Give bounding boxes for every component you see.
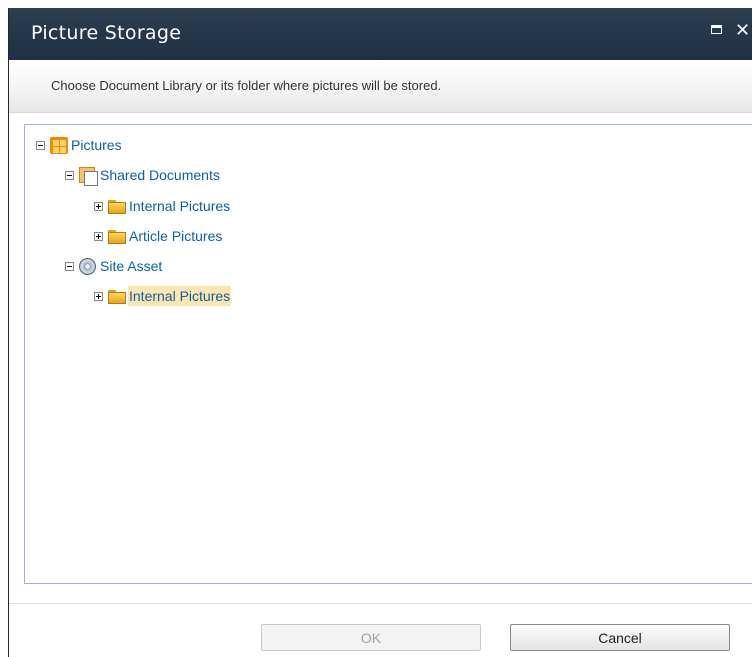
tree-node-internal-pictures-selected: Internal Pictures bbox=[94, 285, 232, 307]
dialog-title: Picture Storage bbox=[31, 22, 182, 44]
tree-node-label[interactable]: Pictures bbox=[70, 135, 123, 155]
tree-node-pictures: Pictures bbox=[36, 134, 123, 156]
tree-node-label[interactable]: Site Asset bbox=[99, 256, 163, 276]
tree-node-label[interactable]: Shared Documents bbox=[99, 165, 221, 185]
ok-button[interactable]: OK bbox=[261, 624, 481, 651]
cancel-button[interactable]: Cancel bbox=[510, 624, 730, 651]
close-icon[interactable]: ✕ bbox=[735, 22, 752, 40]
dialog-description: Choose Document Library or its folder wh… bbox=[51, 78, 442, 93]
collapse-toggle-icon[interactable] bbox=[36, 140, 45, 150]
folder-icon bbox=[107, 227, 127, 245]
asset-library-icon bbox=[78, 257, 98, 275]
expand-toggle-icon[interactable] bbox=[94, 201, 103, 211]
tree-node-label[interactable]: Article Pictures bbox=[128, 226, 223, 246]
folder-icon bbox=[107, 287, 127, 305]
library-tree: Pictures Shared Documents Internal Pictu… bbox=[24, 124, 752, 584]
document-library-icon bbox=[78, 166, 98, 186]
dialog-description-bar: Choose Document Library or its folder wh… bbox=[9, 60, 752, 113]
expand-toggle-icon[interactable] bbox=[94, 291, 103, 301]
tree-node-label[interactable]: Internal Pictures bbox=[128, 196, 231, 216]
tree-node-article-pictures: Article Pictures bbox=[94, 225, 223, 247]
tree-node-shared-documents: Shared Documents bbox=[65, 164, 221, 186]
collapse-toggle-icon[interactable] bbox=[65, 170, 74, 180]
folder-icon bbox=[107, 197, 127, 215]
collapse-toggle-icon[interactable] bbox=[65, 261, 74, 271]
footer-divider bbox=[9, 603, 752, 604]
tree-node-site-asset: Site Asset bbox=[65, 255, 163, 277]
tree-node-label[interactable]: Internal Pictures bbox=[128, 286, 232, 306]
picture-storage-dialog: Picture Storage ✕ Choose Document Librar… bbox=[8, 8, 752, 657]
maximize-icon[interactable] bbox=[709, 22, 727, 40]
expand-toggle-icon[interactable] bbox=[94, 231, 103, 241]
tree-node-internal-pictures: Internal Pictures bbox=[94, 195, 231, 217]
library-icon bbox=[49, 136, 69, 154]
dialog-titlebar: Picture Storage ✕ bbox=[9, 8, 752, 60]
